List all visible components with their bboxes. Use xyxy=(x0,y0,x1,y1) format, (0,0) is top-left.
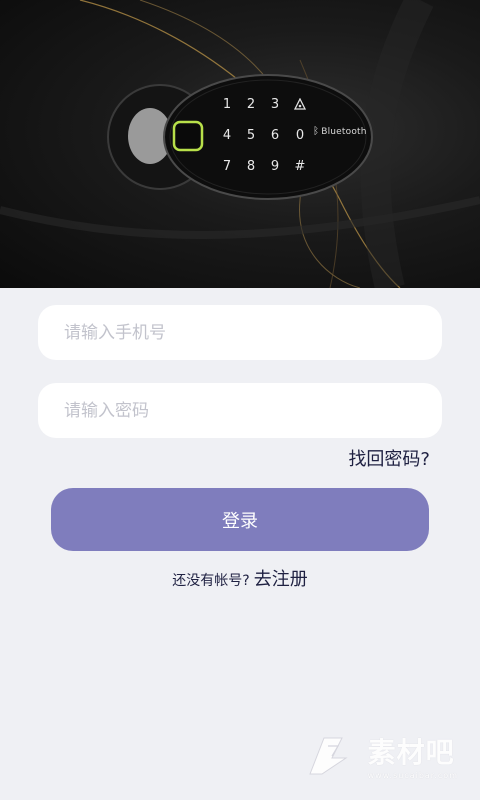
forgot-password-link[interactable]: 找回密码? xyxy=(348,445,430,471)
hero-banner: 1 2 3 4 5 6 0 7 8 9 # ᛒ Bluetooth xyxy=(0,0,480,288)
bluetooth-text: Bluetooth xyxy=(321,127,367,137)
register-prompt: 还没有帐号? xyxy=(172,573,250,589)
fingerprint-sensor-icon xyxy=(172,120,204,152)
keypad-key-0: 0 xyxy=(295,128,305,143)
bluetooth-icon: ᛒ xyxy=(313,126,320,137)
register-row: 还没有帐号? 去注册 xyxy=(0,565,480,591)
keypad-key-2: 2 xyxy=(246,97,256,112)
keypad-key-5: 5 xyxy=(246,128,256,143)
keypad-key-8: 8 xyxy=(246,159,256,174)
password-input[interactable] xyxy=(64,383,442,438)
watermark: 素材吧 www.sucaibar.com xyxy=(302,731,458,780)
password-field[interactable] xyxy=(38,383,442,438)
keypad-key-4: 4 xyxy=(222,128,232,143)
phone-field[interactable] xyxy=(38,305,442,360)
keypad-key-1: 1 xyxy=(222,97,232,112)
watermark-logo-icon xyxy=(308,737,348,774)
watermark-text: 素材吧 xyxy=(367,736,455,769)
watermark-url: www.sucaibar.com xyxy=(367,771,458,780)
keypad-key-6: 6 xyxy=(270,128,280,143)
bell-icon xyxy=(293,98,307,110)
phone-input[interactable] xyxy=(64,305,442,360)
keypad-key-7: 7 xyxy=(222,159,232,174)
login-button[interactable]: 登录 xyxy=(51,488,429,551)
keypad-key-9: 9 xyxy=(270,159,280,174)
smart-lock-illustration: 1 2 3 4 5 6 0 7 8 9 # ᛒ Bluetooth xyxy=(0,0,480,288)
register-link[interactable]: 去注册 xyxy=(254,565,308,591)
bluetooth-label: ᛒ Bluetooth xyxy=(313,126,367,138)
keypad-key-hash: # xyxy=(294,159,306,174)
keypad-key-3: 3 xyxy=(270,97,280,112)
